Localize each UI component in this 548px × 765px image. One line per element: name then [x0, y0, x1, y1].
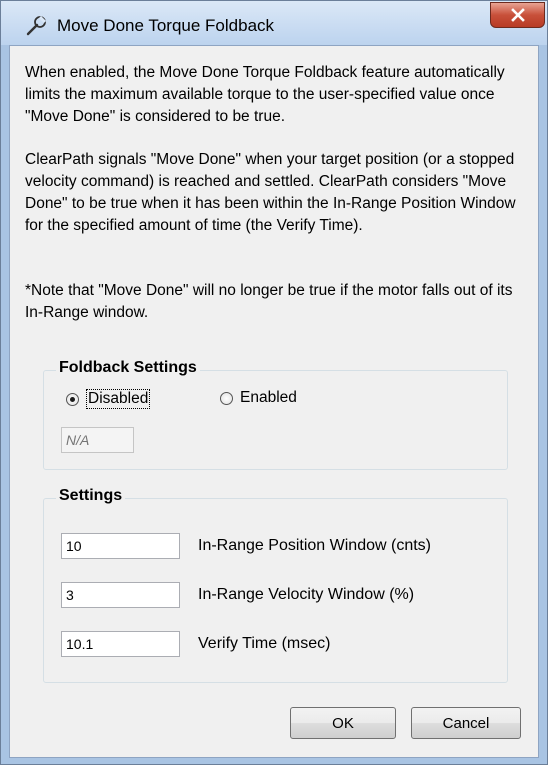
radio-disabled-label: Disabled [86, 389, 151, 409]
settings-group: Settings In-Range Position Window (cnts)… [43, 487, 508, 683]
foldback-settings-group: Foldback Settings Disabled Enabled [43, 359, 508, 470]
dialog-body: When enabled, the Move Done Torque Foldb… [9, 45, 539, 758]
close-button[interactable] [490, 2, 545, 28]
verify-time-input[interactable] [61, 631, 180, 657]
dialog-window: Move Done Torque Foldback When enabled, … [0, 0, 548, 765]
settings-title: Settings [56, 487, 126, 505]
velocity-window-input[interactable] [61, 582, 180, 608]
note-text: *Note that "Move Done" will no longer be… [25, 282, 513, 321]
ok-button[interactable]: OK [290, 707, 396, 739]
close-icon [511, 8, 525, 22]
description-paragraph-1: When enabled, the Move Done Torque Foldb… [25, 64, 505, 125]
velocity-window-label: In-Range Velocity Window (%) [198, 586, 415, 603]
position-window-label: In-Range Position Window (cnts) [198, 537, 431, 554]
radio-enabled-label: Enabled [240, 389, 297, 406]
title-bar[interactable]: Move Done Torque Foldback [1, 1, 547, 45]
radio-disabled[interactable]: Disabled [66, 389, 151, 409]
wrench-icon [25, 15, 47, 37]
radio-enabled-indicator[interactable] [220, 391, 233, 405]
foldback-value-input[interactable] [61, 427, 134, 453]
foldback-settings-title: Foldback Settings [56, 359, 200, 377]
description-paragraph-2: ClearPath signals "Move Done" when your … [25, 151, 516, 234]
position-window-input[interactable] [61, 533, 180, 559]
cancel-button[interactable]: Cancel [411, 707, 521, 739]
window-title: Move Done Torque Foldback [57, 16, 275, 35]
radio-disabled-indicator[interactable] [66, 392, 79, 406]
verify-time-label: Verify Time (msec) [198, 635, 331, 652]
radio-enabled[interactable]: Enabled [220, 389, 297, 407]
